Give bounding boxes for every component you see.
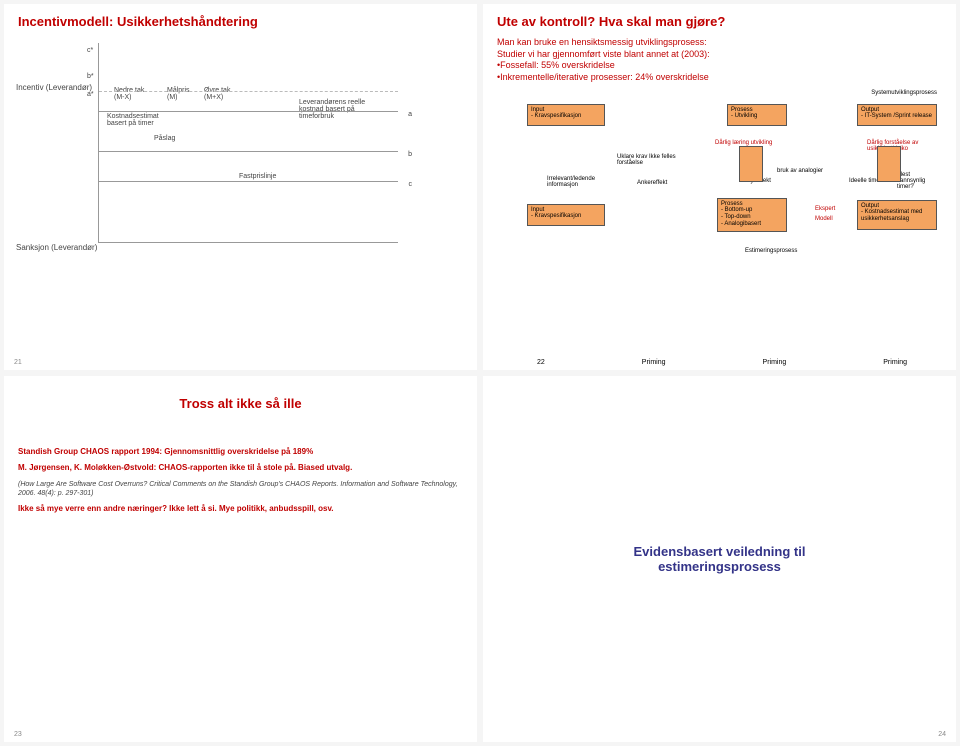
kostnadsestimat: Kostnadsestimat basert på timer	[107, 113, 177, 127]
page-number: 23	[14, 731, 22, 738]
ekspert: Ekspert	[815, 206, 835, 212]
page-number-inline: 22	[537, 359, 545, 366]
slide-24: Evidensbasert veiledning til estimerings…	[483, 376, 956, 742]
slide-23: Tross alt ikke så ille Standish Group CH…	[4, 376, 477, 742]
modell: Modell	[815, 216, 833, 222]
priming-2: Priming	[763, 359, 787, 366]
intro-line-1: Man kan bruke en hensiktsmessig utviklin…	[497, 37, 942, 49]
marker-a: a*	[87, 91, 94, 98]
line-c: c	[409, 181, 413, 188]
slide-21: Incentivmodell: Usikkerhetshåndtering In…	[4, 4, 477, 370]
chaos-line: Standish Group CHAOS rapport 1994: Gjenn…	[18, 447, 463, 457]
title-line-1: Evidensbasert veiledning til	[634, 544, 806, 559]
paslag: Påslag	[154, 135, 175, 142]
process-box-2: Prosess - Bottom-up - Top-down - Analogi…	[717, 198, 787, 232]
fastprislinje: Fastprislinje	[239, 173, 276, 180]
output-box-2: Output - Kostnadsestimat med usikkerhets…	[857, 200, 937, 230]
lev-kostnad: Leverandørens reelle kostnad basert på t…	[299, 99, 389, 120]
bullet-2: •Inkrementelle/iterative prosesser: 24% …	[497, 72, 942, 84]
malpris: Målpris (M)	[167, 87, 197, 101]
title-line-2: estimeringsprosess	[634, 559, 806, 574]
page-number: 24	[938, 731, 946, 738]
big-arrow-1	[739, 146, 763, 182]
uklare: Uklare krav Ikke felles forståelse	[617, 154, 687, 166]
process-diagram: Systemutviklingsprosess Input - Kravspes…	[497, 90, 947, 310]
priming-1: Priming	[642, 359, 666, 366]
ovre-tak: Øvre tak (M+X)	[204, 87, 244, 101]
mest: Mest sannsynlig timer?	[897, 172, 937, 190]
marker-c: c*	[87, 47, 93, 54]
line-a: a	[408, 111, 412, 118]
process-box-1: Prosess - Utvikling	[727, 104, 787, 126]
jorgensen-line: M. Jørgensen, K. Moløkken-Østvold: CHAOS…	[18, 463, 463, 473]
irrelevant: Irrelevant/ledende informasjon	[547, 176, 617, 188]
priming-row: 22 Priming Priming Priming	[497, 359, 937, 366]
marker-b: b*	[87, 73, 94, 80]
sys-label: Systemutviklingsprosess	[871, 90, 937, 96]
slide-22: Ute av kontroll? Hva skal man gjøre? Man…	[483, 4, 956, 370]
input-box-2: Input - Kravspesifikasjon	[527, 204, 605, 226]
bruk-analogier: bruk av analogier	[777, 168, 837, 174]
input-box-1: Input - Kravspesifikasjon	[527, 104, 605, 126]
output-box-1: Output - IT-System /Sprint release	[857, 104, 937, 126]
bullet-1: •Fossefall: 55% overskridelse	[497, 60, 942, 72]
slide-title: Ute av kontroll? Hva skal man gjøre?	[497, 14, 942, 29]
page-number: 21	[14, 359, 22, 366]
y-axis-label: Incentiv (Leverandør)	[16, 83, 92, 92]
est-label: Estimeringsprosess	[745, 248, 797, 254]
nedre-tak: Nedre tak (M-X)	[114, 87, 154, 101]
big-arrow-2	[877, 146, 901, 182]
intro-line-2: Studier vi har gjennomført viste blant a…	[497, 49, 942, 61]
sanksjon-label: Sanksjon (Leverandør)	[16, 243, 97, 252]
line-b: b	[408, 151, 412, 158]
priming-3: Priming	[883, 359, 907, 366]
slide-title: Tross alt ikke så ille	[179, 396, 301, 411]
citation-line: (How Large Are Software Cost Overruns? C…	[18, 480, 463, 498]
slide-title: Incentivmodell: Usikkerhetshåndtering	[18, 14, 463, 29]
anker: Ankereffekt	[637, 180, 667, 186]
ikke-line: Ikke så mye verre enn andre næringer? Ik…	[18, 504, 463, 514]
